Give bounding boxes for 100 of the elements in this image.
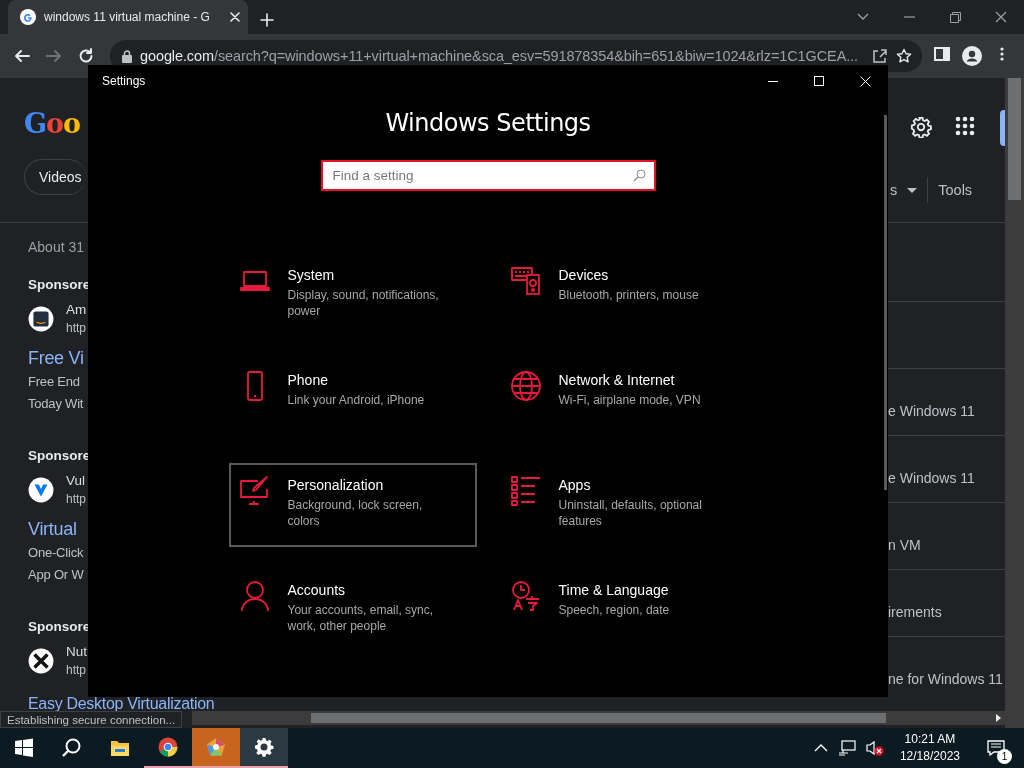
site-url[interactable]: http [66,490,86,509]
result-link[interactable]: Easy Desktop Virtualization [28,697,215,711]
settings-tile[interactable]: Apps Uninstall, defaults, optional features [499,463,748,547]
tile-title: Apps [558,477,592,493]
related-search-link[interactable]: n VM [888,537,921,553]
minimize-icon [903,16,915,18]
scrollbar[interactable] [884,115,887,490]
settings-tile[interactable]: Network & Internet Wi-Fi, airplane mode, VPN [499,358,748,442]
tile-description: Background, lock screen, colors [287,497,424,529]
list-icon [509,475,542,507]
tile-title: Devices [558,267,610,283]
close-icon [859,75,871,87]
settings-tile[interactable]: System Display, sound, notifications, power [228,253,477,337]
back-arrow-icon [14,48,30,64]
sponsored-label: Sponsore [28,448,91,463]
filter-chip[interactable]: Videos [24,159,86,195]
settings-tile[interactable]: Time & Language Speech, region, date [499,568,748,652]
related-search-link[interactable]: ne for Windows 11 [888,671,1003,687]
reload-icon [78,48,94,64]
side-panel-icon[interactable] [934,46,950,62]
window-title: Settings [102,74,147,88]
site-name[interactable]: Nut [66,642,87,661]
horizontal-scrollbar[interactable] [192,711,1005,725]
minimize-icon [768,80,778,82]
browser-tab[interactable]: windows 11 virtual machine - G [8,0,248,34]
tile-description: Speech, region, date [558,602,671,618]
tile-title: Network & Internet [558,372,676,388]
maximize-icon [814,76,824,86]
chevron-down-icon [857,13,869,21]
arrow-right-icon[interactable] [996,714,1001,722]
settings-tile[interactable]: Accounts Your accounts, email, sync, work, other people [228,568,477,652]
search-icon [632,169,646,182]
folder-icon [110,738,130,758]
caret-icon [907,187,918,193]
site-name[interactable]: Vul [66,471,86,490]
clock-time[interactable]: 10:21 AM [904,731,956,748]
monitor-brush-icon [238,475,271,507]
sponsored-label: Sponsore [28,277,91,292]
site-logo-icon[interactable] [28,648,54,674]
status-bubble: Establishing secure connection... [0,711,183,728]
clock-language-icon [509,580,542,612]
tile-title: Phone [287,372,329,388]
result-stats: About 31 [28,239,85,255]
related-search-link[interactable]: e Windows 11 [888,403,975,419]
lock-icon [122,49,132,63]
chevron-up-icon[interactable] [813,744,828,752]
share-icon[interactable] [872,48,888,64]
search-icon [62,738,82,758]
tile-description: Link your Android, iPhone [287,392,426,408]
related-search-link[interactable]: e Windows 11 [888,470,975,486]
clock-date[interactable]: 12/18/2023 [899,748,960,765]
scroll-thumb[interactable] [1008,78,1021,200]
result-link[interactable]: Virtual [28,519,77,540]
tile-title: Time & Language [558,582,670,598]
apps-icon[interactable] [955,116,975,136]
tile-title: System [287,267,336,283]
tile-title: Personalization [287,477,385,493]
restore-icon [949,11,961,23]
windows-logo-icon [14,738,34,758]
filter-tab[interactable]: s [890,182,898,198]
scroll-thumb[interactable] [311,713,886,723]
gear-icon [254,737,274,757]
site-url[interactable]: http [66,661,87,680]
network-icon[interactable] [837,740,856,756]
settings-tile[interactable]: Phone Link your Android, iPhone [228,358,477,442]
volume-muted-icon[interactable] [865,740,884,756]
forward-arrow-icon [46,48,62,64]
google-favicon [20,9,36,25]
close-icon[interactable] [230,12,240,22]
site-logo-icon[interactable] [28,306,54,332]
site-name[interactable]: Am [66,300,87,319]
tools-button[interactable]: Tools [938,182,973,198]
tile-description: Your accounts, email, sync, work, other people [287,602,435,634]
result-link[interactable]: Free Vi [28,348,84,369]
tile-description: Wi-Fi, airplane mode, VPN [558,392,702,408]
new-tab-icon[interactable] [260,13,274,27]
settings-heading: Windows Settings [385,109,591,137]
settings-tile[interactable]: Devices Bluetooth, printers, mouse [499,253,748,337]
tile-description: Bluetooth, printers, mouse [558,287,700,303]
result-snippet: Free End [28,373,80,391]
globe-icon [509,370,542,402]
chrome-icon [158,737,178,757]
site-logo-icon[interactable] [28,477,54,503]
person-icon [238,580,271,612]
settings-tile[interactable]: Personalization Background, lock screen, colors [228,463,477,547]
result-snippet: One-Click [28,544,84,562]
related-search-link[interactable]: irements [888,604,942,620]
tile-title: Accounts [287,582,347,598]
result-snippet: App Or W [28,566,84,584]
tile-description: Uninstall, defaults, optional features [558,497,703,529]
settings-button[interactable] [240,728,288,768]
tile-description: Display, sound, notifications, power [287,287,440,319]
star-icon[interactable] [896,48,912,64]
vertical-scrollbar[interactable] [1005,78,1024,728]
settings-icon[interactable] [910,116,932,138]
sponsored-label: Sponsore [28,619,91,634]
google-logo[interactable]: Goo [24,108,81,139]
search-field[interactable]: Find a setting [320,160,656,191]
profile-icon[interactable] [962,46,982,66]
site-url[interactable]: http [66,319,87,338]
